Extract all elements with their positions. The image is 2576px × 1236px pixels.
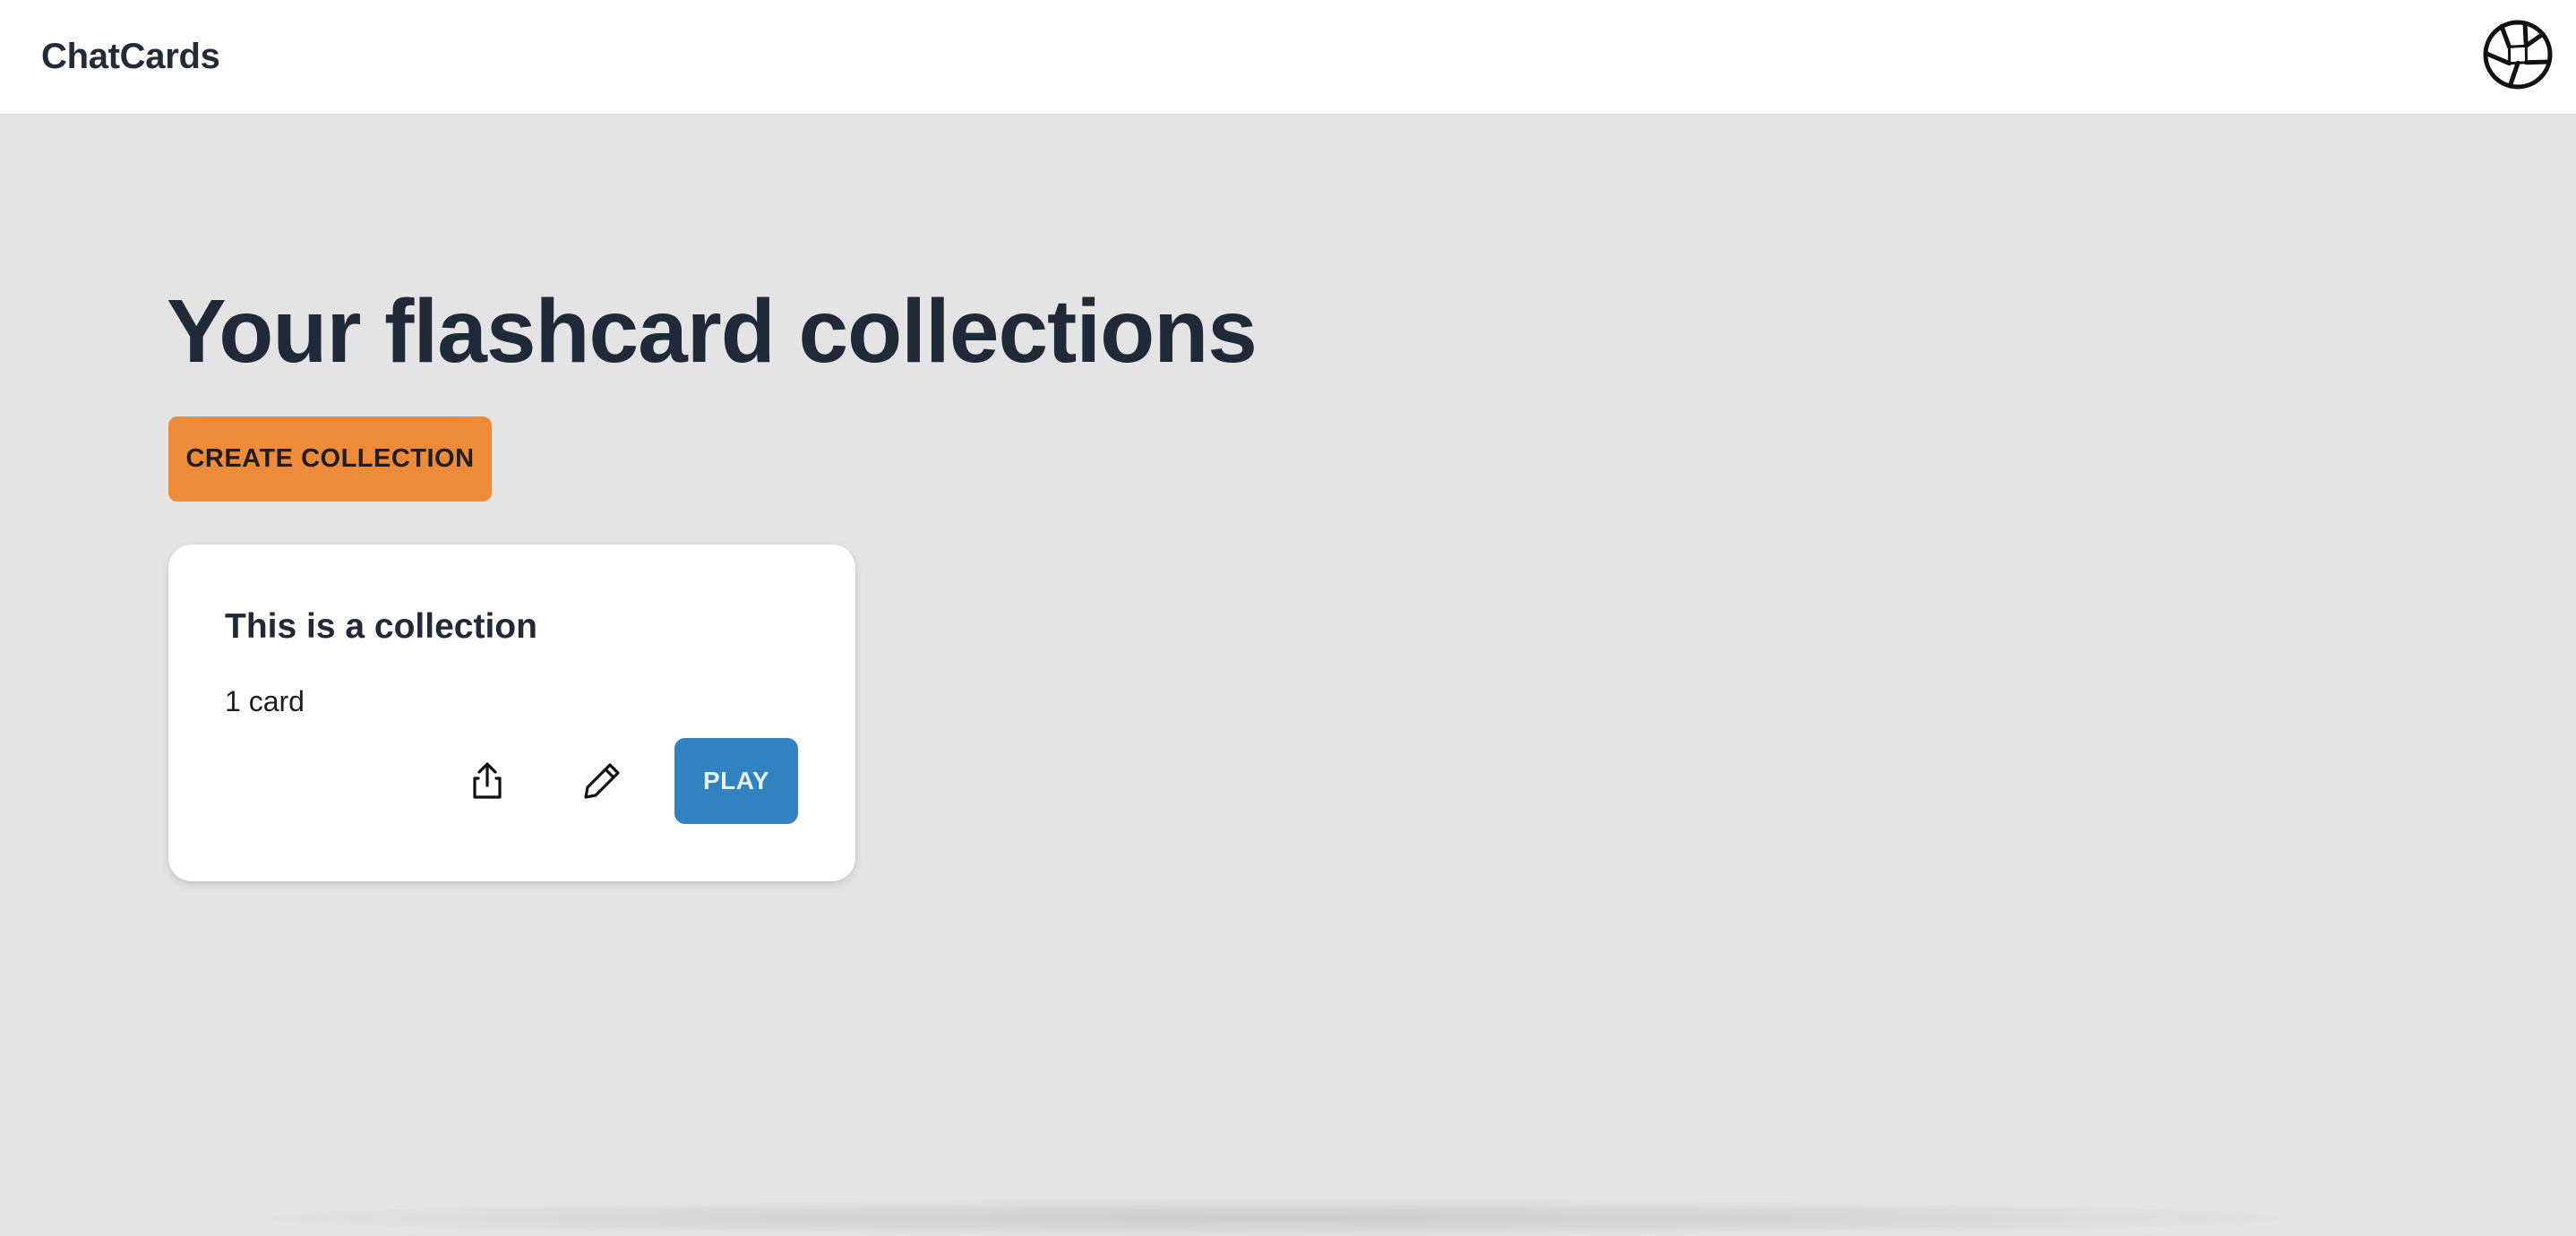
create-collection-button[interactable]: CREATE COLLECTION	[168, 416, 492, 502]
pencil-icon	[584, 763, 620, 799]
collection-card: This is a collection 1 card PLAY	[168, 545, 855, 881]
collection-card-count: 1 card	[225, 685, 305, 717]
page-title: Your flashcard collections	[167, 281, 1258, 382]
edit-collection-button[interactable]	[570, 749, 634, 813]
share-icon	[473, 762, 502, 799]
collection-title: This is a collection	[225, 607, 537, 646]
share-collection-button[interactable]	[455, 749, 519, 813]
top-navbar: ChatCards	[0, 0, 2576, 115]
bottom-panel-shadow	[269, 1200, 2284, 1236]
play-collection-button[interactable]: PLAY	[674, 738, 798, 824]
aperture-icon	[2483, 20, 2553, 90]
brand-logo-text[interactable]: ChatCards	[41, 34, 220, 79]
user-avatar[interactable]	[2482, 19, 2554, 90]
